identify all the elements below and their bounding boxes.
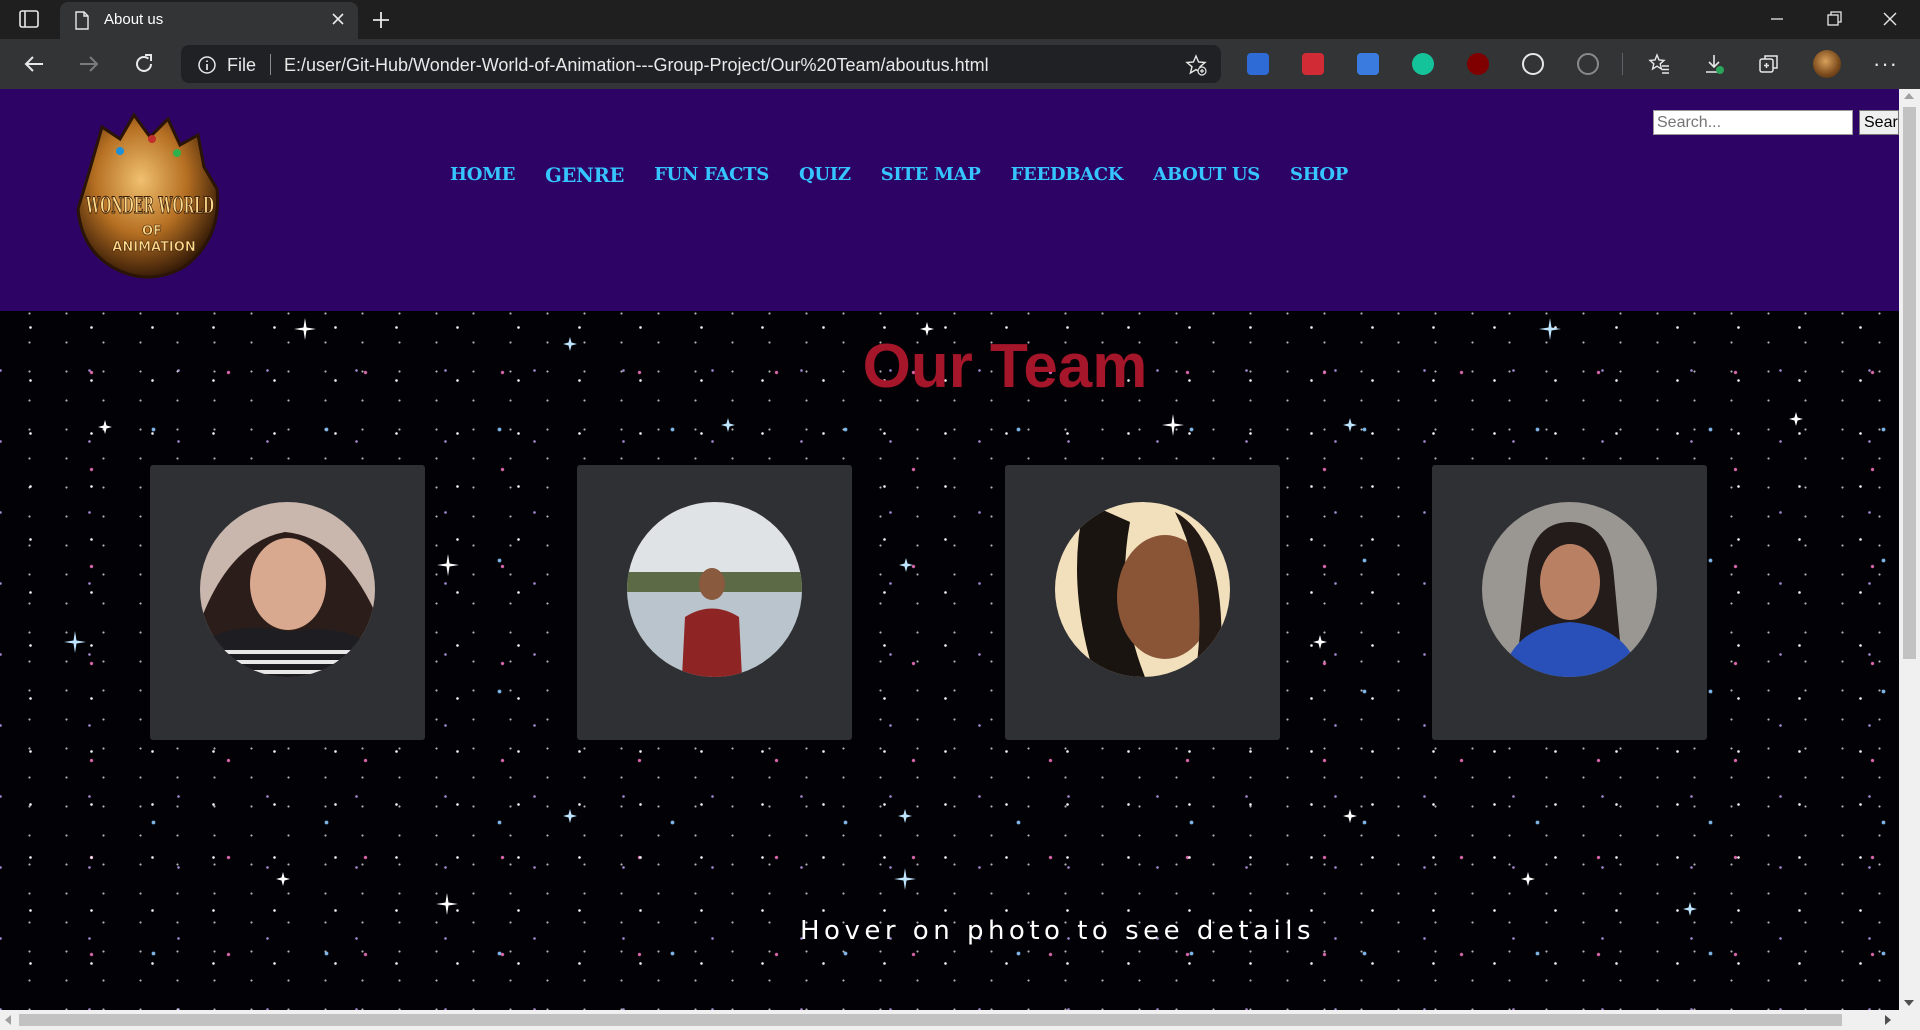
team-member-4-photo[interactable] xyxy=(1482,502,1657,677)
downloads-icon[interactable] xyxy=(1703,53,1725,75)
tab-actions-icon[interactable] xyxy=(18,9,40,29)
page-title: Our Team xyxy=(862,332,1148,401)
sparkle-star xyxy=(898,809,912,823)
sparkle-star xyxy=(1789,412,1803,426)
save-extension-icon[interactable] xyxy=(1247,53,1269,75)
nav-link-home[interactable]: HOME xyxy=(450,164,515,187)
back-arrow-icon[interactable] xyxy=(21,51,47,77)
address-divider xyxy=(270,54,271,75)
sparkle-star xyxy=(1683,902,1697,916)
scroll-left-arrow-icon[interactable] xyxy=(5,1015,11,1025)
scroll-right-arrow-icon[interactable] xyxy=(1885,1015,1891,1025)
sparkle-star xyxy=(1343,809,1357,823)
toolbar-divider xyxy=(1622,53,1623,75)
browser-toolbar: File E:/user/Git-Hub/Wonder-World-of-Ani… xyxy=(0,39,1920,89)
site-search-button[interactable]: Search xyxy=(1859,110,1899,135)
logo-text-line-3: ANIMATION xyxy=(112,240,195,255)
nav-link-shop[interactable]: SHOP xyxy=(1290,164,1348,187)
url-text[interactable]: E:/user/Git-Hub/Wonder-World-of-Animatio… xyxy=(284,55,989,76)
page-viewport: WONDER WORLD OF ANIMATION HOME GENRE FUN… xyxy=(0,89,1899,1010)
address-bar[interactable]: File E:/user/Git-Hub/Wonder-World-of-Ani… xyxy=(181,45,1221,83)
mendeley-extension-icon[interactable] xyxy=(1302,53,1324,75)
new-tab-icon[interactable] xyxy=(370,9,392,31)
logo-text-line-2: OF xyxy=(142,224,162,239)
grammarly-extension-icon[interactable] xyxy=(1412,53,1434,75)
sparkle-star xyxy=(436,893,458,915)
sparkle-star xyxy=(437,554,459,576)
more-options-icon[interactable]: ··· xyxy=(1873,51,1898,77)
logo-text-line-1: WONDER WORLD xyxy=(85,193,214,219)
horizontal-scrollbar[interactable] xyxy=(0,1010,1920,1030)
site-search-input[interactable] xyxy=(1653,110,1853,135)
team-card[interactable] xyxy=(577,465,852,740)
sparkle-star xyxy=(1521,872,1535,886)
nav-link-genre[interactable]: GENRE xyxy=(545,164,624,187)
sparkle-star xyxy=(721,418,735,432)
nav-link-feedback[interactable]: FEEDBACK xyxy=(1011,164,1124,187)
vertical-scroll-thumb[interactable] xyxy=(1903,107,1916,659)
sparkle-star xyxy=(98,420,112,434)
scroll-down-arrow-icon[interactable] xyxy=(1904,1000,1914,1006)
team-member-1-photo[interactable] xyxy=(200,502,375,677)
sparkle-star xyxy=(1313,635,1327,649)
close-tab-icon[interactable] xyxy=(330,11,346,27)
file-scheme-label: File xyxy=(227,55,257,75)
nav-link-quiz[interactable]: QUIZ xyxy=(799,164,851,187)
scroll-up-arrow-icon[interactable] xyxy=(1904,93,1914,99)
team-card[interactable] xyxy=(1432,465,1707,740)
sparkle-star xyxy=(276,872,290,886)
team-member-2-photo[interactable] xyxy=(627,502,802,677)
favorites-icon[interactable] xyxy=(1648,53,1670,75)
team-card[interactable] xyxy=(150,465,425,740)
main-nav: HOME GENRE FUN FACTS QUIZ SITE MAP FEEDB… xyxy=(450,164,1378,187)
sparkle-star xyxy=(64,631,86,653)
nav-link-about-us[interactable]: ABOUT US xyxy=(1153,164,1260,187)
collections-icon[interactable] xyxy=(1758,53,1780,75)
page-icon xyxy=(75,11,89,30)
nav-link-site-map[interactable]: SITE MAP xyxy=(881,164,981,187)
sparkle-star xyxy=(1343,418,1357,432)
minimize-icon[interactable] xyxy=(1765,8,1789,30)
sparkle-star xyxy=(1162,414,1184,436)
team-member-3-photo[interactable] xyxy=(1055,502,1230,677)
sparkle-star xyxy=(894,868,916,890)
reload-icon[interactable] xyxy=(131,51,157,77)
ublock-extension-icon[interactable] xyxy=(1467,53,1489,75)
add-favorite-icon[interactable] xyxy=(1185,54,1207,76)
profile-avatar[interactable] xyxy=(1813,50,1841,78)
github-extension-icon[interactable] xyxy=(1522,53,1544,75)
sparkle-star xyxy=(899,558,913,572)
horizontal-scroll-thumb[interactable] xyxy=(19,1014,1842,1026)
nav-link-fun-facts[interactable]: FUN FACTS xyxy=(654,164,769,187)
team-card[interactable] xyxy=(1005,465,1280,740)
info-icon[interactable] xyxy=(197,55,217,75)
extension-icon[interactable] xyxy=(1577,53,1599,75)
active-tab[interactable]: About us xyxy=(60,2,358,39)
forward-arrow-icon[interactable] xyxy=(76,51,102,77)
browser-tab-bar: About us xyxy=(0,0,1920,39)
restore-icon[interactable] xyxy=(1822,8,1846,30)
tab-title: About us xyxy=(104,11,164,28)
vertical-scrollbar[interactable] xyxy=(1899,89,1920,1010)
site-header: WONDER WORLD OF ANIMATION HOME GENRE FUN… xyxy=(0,89,1899,311)
gem-extension-icon[interactable] xyxy=(1357,53,1379,75)
wonder-world-logo[interactable]: WONDER WORLD OF ANIMATION xyxy=(72,109,227,287)
sparkle-star xyxy=(563,809,577,823)
hover-hint-text: Hover on photo to see details xyxy=(800,916,1315,946)
close-window-icon[interactable] xyxy=(1878,8,1902,30)
